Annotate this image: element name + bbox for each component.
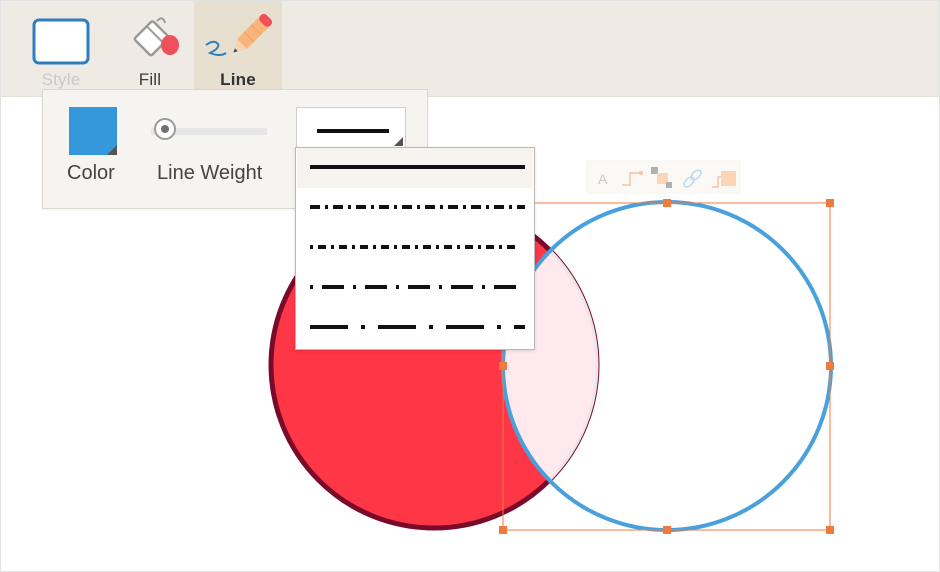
floating-toolbar: A — [586, 160, 741, 194]
resize-handle-e[interactable] — [826, 362, 834, 370]
color-label: Color — [67, 162, 115, 184]
select-dropdown-corner-icon — [394, 137, 403, 146]
line-style-select[interactable] — [296, 107, 406, 149]
line-style-option-dash-dot[interactable] — [297, 228, 533, 268]
paint-bucket-icon — [133, 17, 179, 57]
line-weight-label: Line Weight — [157, 162, 263, 184]
resize-handle-n[interactable] — [663, 199, 671, 207]
tab-style-label: Style — [41, 70, 81, 89]
app-window: A Style Fill Line Color Line Weight — [0, 0, 940, 572]
resize-handle-w[interactable] — [499, 362, 507, 370]
resize-handle-sw[interactable] — [499, 526, 507, 534]
tab-style[interactable]: Style — [18, 1, 104, 96]
resize-handle-s[interactable] — [663, 526, 671, 534]
resize-handle-se[interactable] — [826, 526, 834, 534]
tab-fill-label: Fill — [138, 70, 162, 89]
tab-line[interactable]: Line — [194, 1, 282, 96]
tab-line-label: Line — [220, 70, 256, 89]
rectangle-style-icon — [32, 18, 90, 65]
line-style-option-solid[interactable] — [297, 148, 533, 188]
tab-fill[interactable]: Fill — [107, 1, 193, 96]
line-style-option-dot-dash-long[interactable] — [297, 268, 533, 308]
text-icon[interactable]: A — [598, 171, 608, 187]
line-color-swatch[interactable] — [69, 107, 117, 155]
pencil-line-icon — [205, 13, 273, 56]
line-weight-slider-knob[interactable] — [154, 118, 176, 140]
swatch-dropdown-corner-icon — [107, 145, 117, 155]
resize-handle-ne[interactable] — [826, 199, 834, 207]
line-style-option-dash-dot-dot[interactable] — [297, 188, 533, 228]
selected-line-style-sample — [317, 129, 389, 133]
main-toolbar: Style Fill Line — [1, 1, 939, 97]
line-style-dropdown — [295, 147, 535, 350]
line-style-option-long-dash[interactable] — [297, 308, 533, 348]
